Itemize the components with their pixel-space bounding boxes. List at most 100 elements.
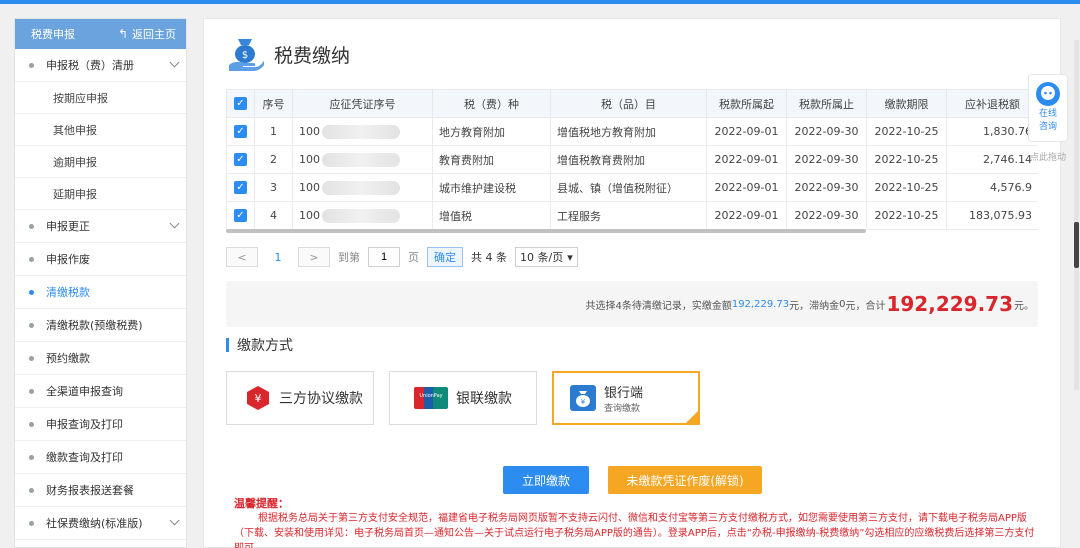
unionpay-logo-icon: UnionPay xyxy=(414,387,448,409)
tax-type: 城市维护建设税 xyxy=(432,173,551,202)
sidebar-subitem-label: 其他申报 xyxy=(53,123,97,137)
sidebar-item[interactable]: 申报税（费）清册 xyxy=(15,49,186,82)
tax-amount: 4,576.9 xyxy=(946,173,1038,202)
col-header: 序号 xyxy=(254,89,293,118)
payment-deadline: 2022-10-25 xyxy=(866,201,947,230)
sidebar-header: 税费申报 ↰ 返回主页 xyxy=(15,19,186,49)
table-row[interactable]: ✓ 1 100 地方教育附加 增值税地方教育附加 2022-09-01 2022-09-30… xyxy=(226,117,1038,146)
goto-confirm-button[interactable]: 确定 xyxy=(427,247,463,267)
row-select-cell[interactable]: ✓ xyxy=(226,117,255,146)
bank-payment-sublabel: 查询缴款 xyxy=(604,404,641,414)
sidebar-item[interactable]: 社保费缴纳(标准版) xyxy=(15,507,186,540)
sidebar-item[interactable]: 全渠道申报查询 xyxy=(15,375,186,408)
unionpay-payment-option[interactable]: UnionPay 银联缴款 xyxy=(389,371,537,425)
payment-deadline: 2022-10-25 xyxy=(866,145,947,174)
bullet-dot-icon xyxy=(29,256,34,262)
bullet-dot-icon xyxy=(29,520,34,526)
table-row[interactable]: ✓ 3 100 城市维护建设税 县城、镇（增值税附征） 2022-09-01 2022-09… xyxy=(226,173,1038,202)
col-header: 税（品）目 xyxy=(550,89,707,118)
sidebar-item[interactable]: 财务报表报送套餐 xyxy=(15,474,186,507)
period-end: 2022-09-30 xyxy=(786,117,867,146)
void-voucher-button[interactable]: 未缴款凭证作废(解锁) xyxy=(608,466,762,494)
col-header: 缴款期限 xyxy=(866,89,947,118)
row-checkbox[interactable]: ✓ xyxy=(234,125,247,139)
sidebar-item[interactable]: 申报更正 xyxy=(15,210,186,243)
sidebar-item-label: 社保费缴纳(标准版) xyxy=(46,517,143,530)
unionpay-logo-text: UnionPay xyxy=(419,393,442,399)
redacted-mask xyxy=(322,124,400,139)
tax-item: 增值税地方教育附加 xyxy=(550,117,707,146)
col-header: 税款所属止 xyxy=(786,89,867,118)
row-select-cell[interactable]: ✓ xyxy=(226,173,255,202)
unionpay-payment-label: 银联缴款 xyxy=(456,391,512,407)
page-vertical-scrollbar[interactable] xyxy=(1074,40,1079,390)
sidebar-subitem-label: 延期申报 xyxy=(53,187,97,201)
tax-table-container: ✓ 序号 应征凭证序号 税（费）种 税（品）目 税款所属起 税款所属止 缴款期限… xyxy=(226,89,1038,233)
tax-item: 县城、镇（增值税附征） xyxy=(550,173,707,202)
drag-handle-tip[interactable]: 点此拖动 xyxy=(1030,150,1066,163)
row-checkbox[interactable]: ✓ xyxy=(234,153,247,167)
col-header: 税（费）种 xyxy=(432,89,551,118)
sidebar-title: 税费申报 xyxy=(31,28,75,41)
redacted-mask xyxy=(322,208,400,223)
section-accent-bar xyxy=(226,338,229,352)
row-select-cell[interactable]: ✓ xyxy=(226,145,255,174)
svg-text:¥: ¥ xyxy=(255,392,262,405)
voucher-number: 100 xyxy=(299,124,320,138)
row-checkbox[interactable]: ✓ xyxy=(234,181,247,195)
chevron-down-icon xyxy=(169,218,180,229)
tripartite-payment-option[interactable]: ¥ 三方协议缴款 xyxy=(226,371,374,425)
pay-now-button[interactable]: 立即缴款 xyxy=(503,466,589,494)
total-count: 共 4 条 xyxy=(471,251,507,264)
table-row[interactable]: ✓ 2 100 教育费附加 增值税教育费附加 2022-09-01 2022-09-30 20… xyxy=(226,145,1038,174)
bank-payment-text: 银行端 查询缴款 xyxy=(604,382,643,414)
sidebar-item[interactable]: 申报查询及打印 xyxy=(15,408,186,441)
bullet-dot-icon xyxy=(29,421,34,427)
back-home-link[interactable]: ↰ 返回主页 xyxy=(118,26,176,42)
row-checkbox[interactable]: ✓ xyxy=(234,209,247,223)
current-page[interactable]: 1 xyxy=(266,251,290,264)
sidebar-subitem[interactable]: 延期申报 xyxy=(15,178,186,210)
goto-page-input[interactable] xyxy=(368,247,400,267)
table-horizontal-scrollbar[interactable] xyxy=(226,229,866,233)
consult-label-line1: 在线 xyxy=(1038,109,1057,119)
sidebar-item[interactable]: 清缴税款 xyxy=(15,276,186,309)
scrollbar-thumb[interactable] xyxy=(1074,222,1079,268)
select-all-cell[interactable]: ✓ xyxy=(226,89,255,118)
sidebar-item-label: 申报税（费）清册 xyxy=(46,59,134,72)
tax-amount: 183,075.93 xyxy=(946,201,1038,230)
row-number: 4 xyxy=(254,201,293,230)
bank-payment-option[interactable]: ¥ 银行端 查询缴款 xyxy=(552,371,700,425)
svg-text:¥: ¥ xyxy=(581,398,586,406)
sidebar-item[interactable]: 缴款查询及打印 xyxy=(15,441,186,474)
sidebar-item[interactable]: 清缴税款(预缴税费) xyxy=(15,309,186,342)
period-start: 2022-09-01 xyxy=(706,145,787,174)
bullet-dot-icon xyxy=(29,355,34,361)
select-all-checkbox[interactable]: ✓ xyxy=(234,97,247,111)
main-panel: $ 税费缴纳 ✓ 序号 应征凭证序号 税（费）种 税（品）目 税款所属起 税款所… xyxy=(203,18,1061,548)
row-number: 1 xyxy=(254,117,293,146)
table-header-row: ✓ 序号 应征凭证序号 税（费）种 税（品）目 税款所属起 税款所属止 缴款期限… xyxy=(226,89,1038,118)
page-title-bar: $ 税费缴纳 xyxy=(226,35,350,73)
row-select-cell[interactable]: ✓ xyxy=(226,201,255,230)
sidebar-item[interactable]: 申报作废 xyxy=(15,243,186,276)
tripartite-payment-label: 三方协议缴款 xyxy=(279,391,363,407)
col-header: 应补退税额 xyxy=(946,89,1038,118)
sidebar-subitem[interactable]: 其他申报 xyxy=(15,114,186,146)
goto-label: 到第 xyxy=(338,251,360,264)
page-unit-label: 页 xyxy=(408,251,419,264)
sidebar-subitem[interactable]: 按期应申报 xyxy=(15,82,186,114)
table-row[interactable]: ✓ 4 100 增值税 工程服务 2022-09-01 2022-09-30 2022-10-… xyxy=(226,201,1038,230)
next-page-button[interactable]: > xyxy=(298,247,330,267)
chevron-down-icon: ▾ xyxy=(567,250,573,264)
bank-payment-label: 银行端 xyxy=(604,386,644,401)
page-size-select[interactable]: 10 条/页 ▾ xyxy=(515,247,578,267)
sidebar-subitem-label: 逾期申报 xyxy=(53,155,97,169)
chevron-down-icon xyxy=(169,57,180,68)
online-consult-widget[interactable]: 在线 咨询 xyxy=(1028,74,1068,142)
prev-page-button[interactable]: < xyxy=(226,247,258,267)
row-number: 2 xyxy=(254,145,293,174)
sidebar-subitem[interactable]: 逾期申报 xyxy=(15,146,186,178)
voucher-number-cell: 100 xyxy=(292,117,433,146)
sidebar-item[interactable]: 预约缴款 xyxy=(15,342,186,375)
